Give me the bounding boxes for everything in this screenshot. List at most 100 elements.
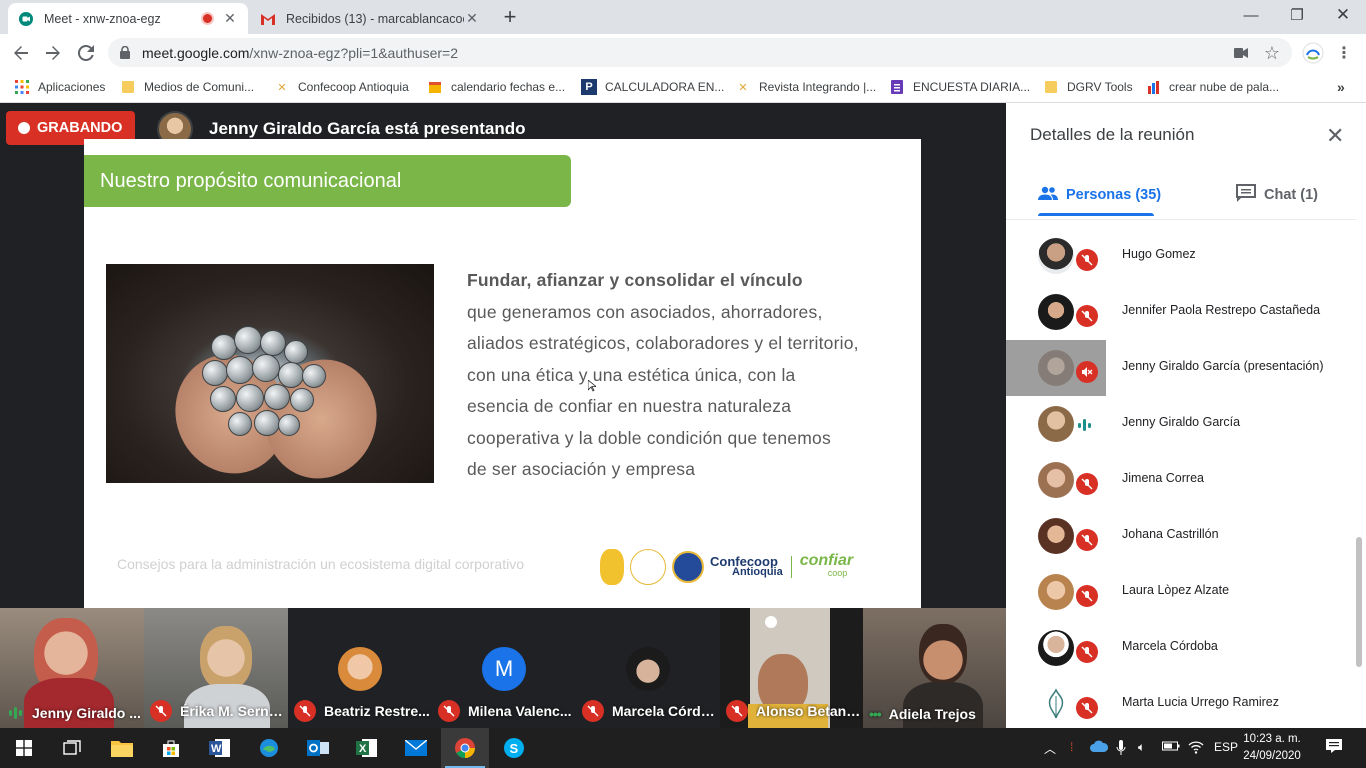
- close-tab-icon[interactable]: ✕: [464, 10, 480, 27]
- meeting-details-panel: Detalles de la reunión ✕ Personas (35) C…: [1006, 103, 1366, 728]
- tab-chat[interactable]: Chat (1): [1236, 171, 1318, 219]
- volume-icon[interactable]: 🔈︎: [1138, 740, 1145, 755]
- mic-off-icon: [582, 700, 604, 722]
- participant-row[interactable]: Marta Lucia Urrego Ramirez: [1006, 676, 1356, 728]
- bookmark-encuesta[interactable]: ENCUESTA DIARIA...: [889, 71, 1030, 103]
- participant-avatar: [1038, 630, 1074, 666]
- camera-in-use-icon[interactable]: [1228, 40, 1254, 66]
- bookmark-label: CALCULADORA EN...: [605, 80, 725, 94]
- participant-name: Marta Lucia Urrego Ramirez: [1122, 695, 1279, 709]
- windows-taskbar: W X S ︿ ⁞ 🔈︎ ESP 10:23 a. m. 24/09/2020: [0, 728, 1366, 768]
- participant-name: Jenny Giraldo García: [1122, 415, 1241, 429]
- speaking-indicator-icon: [1078, 418, 1091, 432]
- outlook-icon[interactable]: [294, 728, 342, 768]
- video-tile[interactable]: Beatriz Restre...: [288, 608, 432, 728]
- close-window-icon[interactable]: ✕: [1320, 0, 1366, 30]
- svg-text:W: W: [211, 743, 222, 755]
- participant-avatar: [1038, 574, 1074, 610]
- close-panel-icon[interactable]: ✕: [1326, 123, 1344, 149]
- bookmark-confecoop[interactable]: ✕ Confecoop Antioquia: [274, 71, 409, 103]
- participant-row[interactable]: Jennifer Paola Restrepo Castañeda: [1006, 284, 1356, 340]
- bookmark-dgrv[interactable]: DGRV Tools: [1043, 71, 1133, 103]
- participant-avatar: M: [482, 647, 526, 691]
- mic-off-icon: [1076, 305, 1098, 327]
- profile-avatar[interactable]: [1300, 40, 1326, 66]
- tab-meet[interactable]: Meet - xnw-znoa-egz ✕: [8, 3, 248, 34]
- slide-body: Fundar, afianzar y consolidar el vínculo…: [467, 265, 897, 486]
- bookmark-medios[interactable]: Medios de Comuni...: [120, 71, 254, 103]
- store-icon[interactable]: [147, 728, 195, 768]
- screen: Meet - xnw-znoa-egz ✕ Recibidos (13) - m…: [0, 0, 1366, 768]
- excel-icon[interactable]: X: [343, 728, 391, 768]
- battery-icon[interactable]: [1162, 740, 1180, 755]
- bookmark-label: Confecoop Antioquia: [298, 80, 409, 94]
- back-icon[interactable]: [8, 40, 34, 66]
- minimize-icon[interactable]: —: [1228, 0, 1274, 30]
- participant-row[interactable]: Jimena Correa: [1006, 452, 1356, 508]
- participant-row[interactable]: Marcela Córdoba: [1006, 620, 1356, 676]
- participant-avatar: [626, 647, 670, 691]
- skype-icon[interactable]: S: [490, 728, 538, 768]
- participant-row[interactable]: Jenny Giraldo García: [1006, 396, 1356, 452]
- reload-icon[interactable]: [73, 40, 99, 66]
- menu-kebab-icon[interactable]: ⋮: [1331, 40, 1357, 66]
- slide: Nuestro propósito comunicacional Fundar,…: [84, 139, 921, 608]
- clock[interactable]: 10:23 a. m. 24/09/2020: [1242, 731, 1302, 765]
- restore-icon[interactable]: ❐: [1274, 0, 1320, 30]
- show-hidden-icons-icon[interactable]: ︿: [1044, 740, 1056, 757]
- browser-toolbar: meet.google.com/xnw-znoa-egz?pli=1&authu…: [0, 34, 1366, 71]
- speaking-indicator-icon: [6, 704, 24, 722]
- chat-icon: [1236, 184, 1256, 206]
- tab-gmail[interactable]: Recibidos (13) - marcablancacoop ✕: [250, 3, 490, 34]
- bookmark-star-icon[interactable]: ☆: [1259, 40, 1285, 66]
- chrome-icon[interactable]: [441, 728, 489, 768]
- participant-name: Laura Lòpez Alzate: [1122, 583, 1230, 597]
- task-view-icon[interactable]: [48, 728, 96, 768]
- video-tile[interactable]: Jenny Giraldo ...: [0, 608, 144, 728]
- bookmarks-bar: Aplicaciones Medios de Comuni... ✕ Confe…: [0, 71, 1366, 103]
- svg-text:X: X: [359, 743, 367, 755]
- onedrive-icon[interactable]: [1090, 740, 1109, 755]
- participant-name: Jimena Correa: [1122, 471, 1204, 485]
- people-icon: [1038, 186, 1058, 204]
- video-tile[interactable]: M Milena Valenc...: [432, 608, 576, 728]
- participant-row[interactable]: Johana Castrillón: [1006, 508, 1356, 564]
- tray-app-icon[interactable]: ⁞: [1070, 740, 1073, 754]
- bookmark-revista[interactable]: ✕ Revista Integrando |...: [735, 71, 876, 103]
- video-tile[interactable]: ••• Adiela Trejos: [863, 608, 1006, 728]
- word-icon[interactable]: W: [196, 728, 244, 768]
- more-bookmarks-icon[interactable]: »: [1337, 71, 1345, 103]
- bookmark-nube[interactable]: crear nube de pala...: [1145, 71, 1279, 103]
- participant-name: Hugo Gomez: [1122, 247, 1196, 261]
- address-bar[interactable]: meet.google.com/xnw-znoa-egz?pli=1&authu…: [108, 38, 1292, 67]
- video-tile[interactable]: Marcela Córdo...: [576, 608, 720, 728]
- panel-scrollbar[interactable]: [1356, 537, 1362, 667]
- participant-name: Jennifer Paola Restrepo Castañeda: [1122, 303, 1321, 317]
- video-tile[interactable]: Érika M. Serna...: [144, 608, 288, 728]
- bookmark-label: Revista Integrando |...: [759, 80, 877, 94]
- microphone-icon[interactable]: [1116, 740, 1126, 759]
- language-indicator[interactable]: ESP: [1214, 740, 1238, 754]
- participant-avatar: [1038, 238, 1074, 274]
- participant-row[interactable]: Hugo Gomez: [1006, 228, 1356, 284]
- participant-row[interactable]: Jenny Giraldo García (presentación): [1006, 340, 1356, 396]
- wifi-icon[interactable]: [1188, 740, 1204, 757]
- file-explorer-icon[interactable]: [98, 728, 146, 768]
- edge-icon[interactable]: [245, 728, 293, 768]
- new-tab-button[interactable]: +: [498, 4, 522, 30]
- tile-name: Beatriz Restre...: [288, 700, 432, 722]
- bookmark-aplicaciones[interactable]: Aplicaciones: [14, 71, 105, 103]
- start-icon[interactable]: [0, 728, 48, 768]
- mail-icon[interactable]: [392, 728, 440, 768]
- tab-people[interactable]: Personas (35): [1038, 171, 1161, 219]
- bookmark-label: DGRV Tools: [1067, 80, 1133, 94]
- participant-name: Jenny Giraldo García (presentación): [1122, 359, 1324, 373]
- close-tab-icon[interactable]: ✕: [222, 10, 238, 27]
- bookmark-calculadora[interactable]: P CALCULADORA EN...: [581, 71, 724, 103]
- forward-icon[interactable]: [40, 40, 66, 66]
- confiar-logo-sub: coop: [827, 568, 848, 578]
- notifications-icon[interactable]: [1325, 738, 1343, 757]
- bookmark-calendario[interactable]: calendario fechas e...: [427, 71, 565, 103]
- participant-row[interactable]: Laura Lòpez Alzate: [1006, 564, 1356, 620]
- video-tile[interactable]: Alonso Betanc...: [720, 608, 863, 728]
